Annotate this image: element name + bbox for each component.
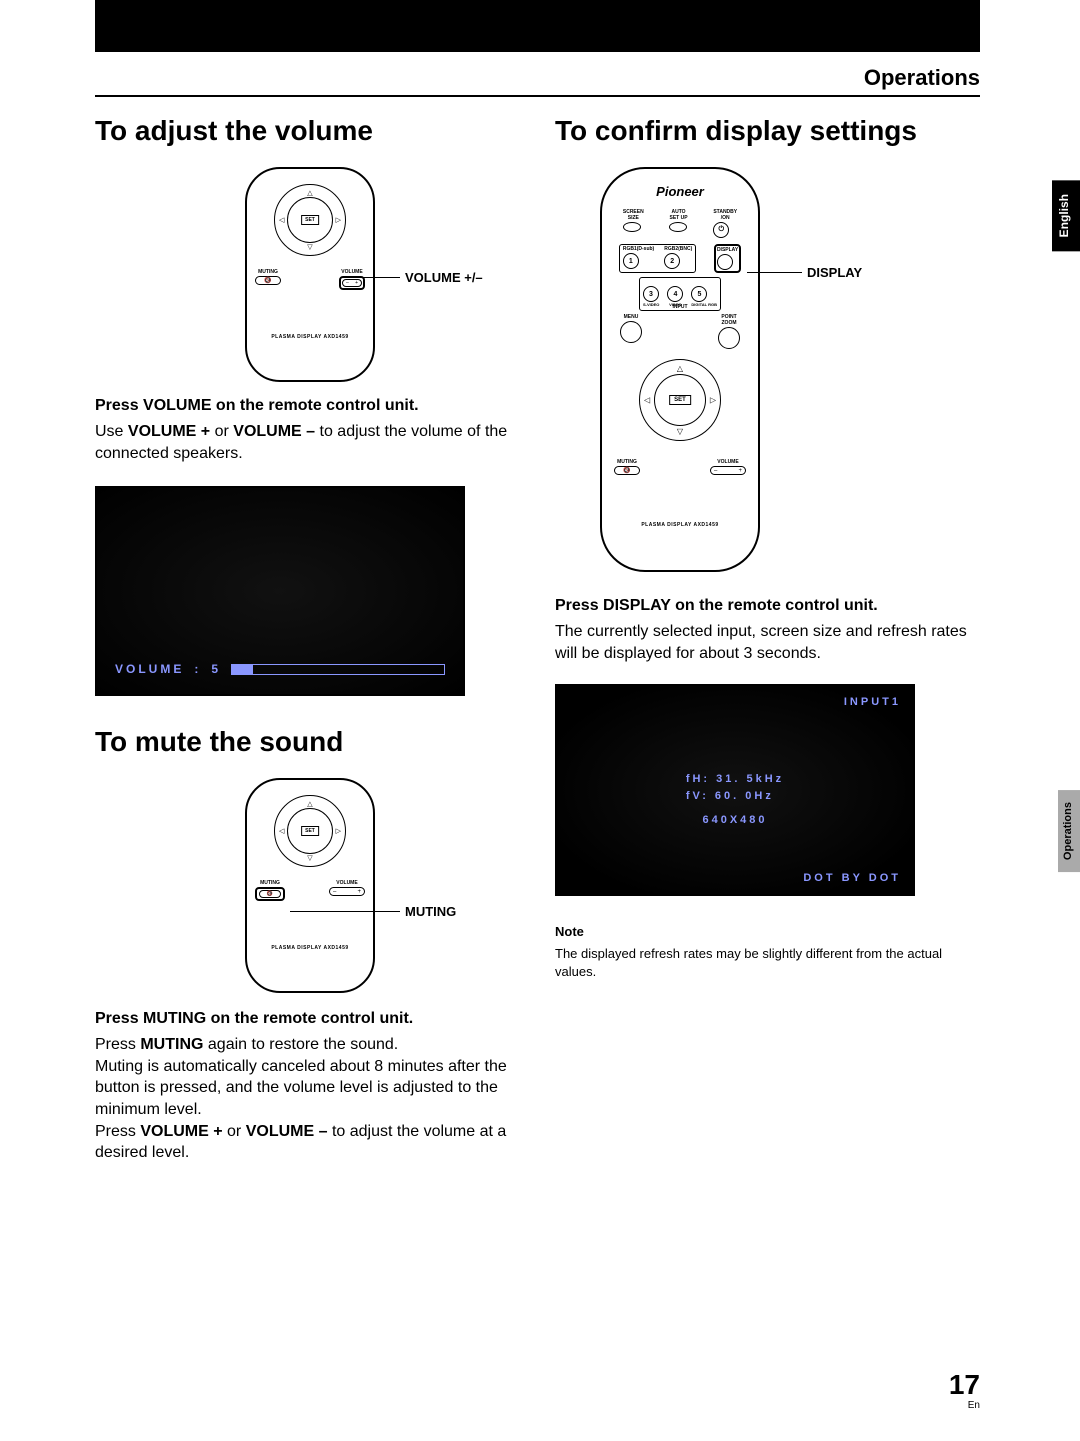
- note-text: The displayed refresh rates may be sligh…: [555, 945, 985, 980]
- osd-volume: VOLUME : 5: [95, 486, 465, 696]
- set-button: SET: [301, 215, 319, 225]
- osd-dotbydot: DOT BY DOT: [803, 872, 901, 884]
- callout-muting: MUTING: [405, 904, 456, 919]
- menu-button: [620, 321, 642, 343]
- p-mute-volume-restore: Press VOLUME + or VOLUME – to adjust the…: [95, 1121, 525, 1164]
- volume-label: VOLUME: [339, 269, 365, 275]
- nav-ring: △▽ ◁▷ SET: [274, 184, 346, 256]
- input-1-button: 1: [623, 253, 639, 269]
- osd-fh: fH: 31. 5kHz: [686, 771, 784, 788]
- remote-model: PLASMA DISPLAY AXD1459: [602, 522, 758, 528]
- osd-volume-bar: [231, 664, 445, 675]
- volume-label: VOLUME: [710, 459, 746, 465]
- auto-setup-button: [669, 222, 687, 232]
- input-4-button: 4: [667, 286, 683, 302]
- remote-brand: Pioneer: [602, 184, 758, 199]
- sub-press-muting: Press MUTING on the remote control unit.: [95, 1010, 525, 1028]
- osd-display-settings: INPUT1 fH: 31. 5kHz fV: 60. 0Hz 640X480 …: [555, 684, 915, 896]
- muting-button: 🔇: [614, 466, 640, 475]
- standby-button: ⏻: [713, 222, 729, 238]
- volume-button: –+: [710, 466, 746, 475]
- input-2-button: 2: [664, 253, 680, 269]
- p-mute-auto-cancel: Muting is automatically canceled about 8…: [95, 1056, 525, 1121]
- sub-press-display: Press DISPLAY on the remote control unit…: [555, 597, 985, 615]
- side-tab-language: English: [1052, 180, 1080, 251]
- section-header: Operations: [95, 65, 980, 97]
- p-display-instructions: The currently selected input, screen siz…: [555, 621, 985, 664]
- osd-volume-value: 5: [211, 662, 221, 676]
- volume-button: –+: [329, 887, 365, 896]
- note-heading: Note: [555, 924, 985, 939]
- remote-illustration-display: Pioneer SCREEN SIZE AUTO SET UP STANDBY …: [600, 167, 760, 572]
- muting-button-highlight: 🔇: [255, 887, 285, 901]
- input-5-button: 5: [691, 286, 707, 302]
- input-3-button: 3: [643, 286, 659, 302]
- osd-volume-sep: :: [194, 662, 201, 676]
- set-button: SET: [669, 395, 691, 405]
- osd-input-label: INPUT1: [844, 696, 901, 708]
- p-mute-restore: Press MUTING again to restore the sound.: [95, 1034, 525, 1056]
- nav-ring: △▽ ◁▷ SET: [274, 795, 346, 867]
- screen-size-button: [623, 222, 641, 232]
- osd-fv: fV: 60. 0Hz: [686, 788, 784, 805]
- muting-label: MUTING: [614, 459, 640, 465]
- page-number: 17: [949, 1369, 980, 1401]
- top-bar: [95, 0, 980, 52]
- side-tab-section: Operations: [1058, 790, 1080, 872]
- volume-label: VOLUME: [329, 880, 365, 886]
- page-language: En: [968, 1400, 980, 1411]
- sub-press-volume: Press VOLUME on the remote control unit.: [95, 397, 525, 415]
- remote-model: PLASMA DISPLAY AXD1459: [247, 334, 373, 340]
- osd-resolution: 640X480: [702, 814, 767, 826]
- heading-confirm-display: To confirm display settings: [555, 115, 985, 147]
- point-zoom-button: [718, 327, 740, 349]
- remote-illustration-volume: △▽ ◁▷ SET MUTING 🔇 VOLUME –+ PLASMA DISP…: [245, 167, 375, 382]
- nav-ring: △▽ ◁▷ SET: [639, 359, 721, 441]
- callout-display: DISPLAY: [807, 265, 862, 280]
- muting-label: MUTING: [255, 880, 285, 886]
- muting-label: MUTING: [255, 269, 281, 275]
- remote-illustration-muting: △▽ ◁▷ SET MUTING 🔇 VOLUME –+ PLASMA DISP…: [245, 778, 375, 993]
- display-button: [717, 254, 733, 270]
- p-volume-instructions: Use VOLUME + or VOLUME – to adjust the v…: [95, 421, 525, 464]
- remote-model: PLASMA DISPLAY AXD1459: [247, 945, 373, 951]
- heading-mute-sound: To mute the sound: [95, 726, 525, 758]
- set-button: SET: [301, 826, 319, 836]
- volume-button-highlight: –+: [339, 276, 365, 290]
- callout-volume: VOLUME +/–: [405, 270, 483, 285]
- osd-volume-label: VOLUME: [115, 662, 184, 676]
- heading-adjust-volume: To adjust the volume: [95, 115, 525, 147]
- muting-button-icon: 🔇: [255, 276, 281, 285]
